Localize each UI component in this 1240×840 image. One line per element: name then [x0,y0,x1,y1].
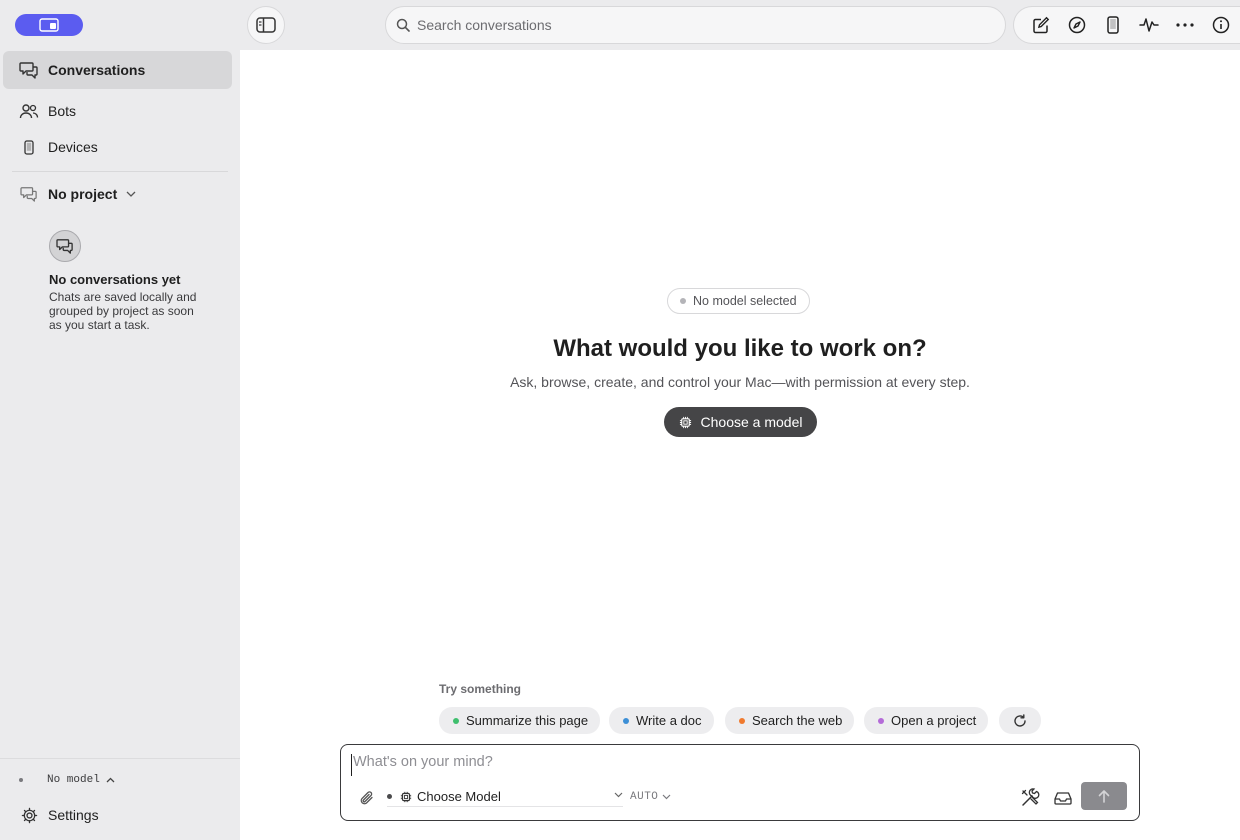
toolbar [1013,6,1240,44]
mode-select[interactable]: AUTO [630,787,671,807]
suggestion-chip[interactable]: Search the web [725,707,855,734]
model-select-value: Choose Model [417,789,501,804]
empty-state-title: No conversations yet [49,272,181,287]
search-input[interactable] [417,17,977,33]
message-input[interactable] [351,754,1051,776]
suggestion-label: Open a project [891,713,977,728]
compass-icon[interactable] [1059,10,1095,40]
sidebar-divider [0,758,240,759]
chat-bubbles-icon [19,184,39,204]
people-icon [19,101,39,121]
search-bar[interactable] [385,6,1006,44]
sidebar-item-label: Bots [48,103,77,119]
refresh-icon [1013,713,1027,728]
chip-icon [400,791,412,803]
model-status-toggle[interactable]: No model [19,772,115,788]
chevron-down-icon [614,792,623,798]
chip-icon [679,416,692,429]
main-panel: No model selected What would you like to… [240,50,1240,840]
suggestion-label: Search the web [752,713,843,728]
suggestion-dot [878,717,884,724]
search-icon [396,18,410,32]
sidebar-toggle-button[interactable] [247,6,285,44]
project-selector[interactable]: No project [3,176,232,212]
empty-state-description: Chats are saved locally and grouped by p… [49,290,197,332]
model-select[interactable]: Choose Model [387,787,623,807]
model-status-text: No model selected [693,294,797,308]
chevron-up-icon [106,777,115,783]
sidebar-item-devices[interactable]: Devices [3,128,232,166]
project-label: No project [48,186,118,202]
sidebar-divider [12,171,228,172]
suggestions-heading: Try something [439,682,522,696]
suggestion-dot [739,717,745,724]
tools-icon[interactable] [1019,787,1041,809]
status-dot [387,794,392,799]
settings-button[interactable]: Settings [19,805,99,825]
composer: Choose Model AUTO [340,744,1140,821]
top-bar [0,0,1240,50]
info-icon[interactable] [1203,10,1239,40]
status-dot [680,298,686,304]
page-title: What would you like to work on? [553,335,927,362]
suggestion-label: Write a doc [636,713,702,728]
status-dot [19,778,23,782]
activity-icon[interactable] [1131,10,1167,40]
page-subtitle: Ask, browse, create, and control your Ma… [510,374,970,390]
refresh-suggestions-button[interactable] [999,707,1041,734]
suggestion-dot [623,717,629,724]
phone-icon [19,137,39,157]
choose-model-button[interactable]: Choose a model [664,407,817,437]
suggestion-label: Summarize this page [466,713,589,728]
sidebar-item-label: Devices [48,139,98,155]
suggestion-chip[interactable]: Write a doc [609,707,714,734]
phone-icon[interactable] [1095,10,1131,40]
arrow-up-icon [1098,789,1110,803]
empty-state-icon [49,230,81,262]
suggestion-chip[interactable]: Summarize this page [439,707,601,734]
suggestion-dot [453,717,459,724]
chevron-down-icon [126,191,136,197]
app-window-icon[interactable] [15,14,83,36]
mode-select-value: AUTO [630,791,659,803]
sidebar-item-label: Conversations [48,62,146,78]
model-status-badge: No model selected [667,288,810,314]
choose-model-label: Choose a model [700,414,803,430]
more-icon[interactable] [1167,10,1203,40]
settings-label: Settings [48,807,99,823]
suggestion-chip[interactable]: Open a project [864,707,989,734]
inbox-icon[interactable] [1052,787,1074,809]
chevron-down-icon [662,794,671,800]
sidebar: Conversations Bots Devices No project No… [0,50,240,840]
send-button[interactable] [1081,782,1127,810]
model-status-label: No model [47,774,100,786]
sidebar-item-conversations[interactable]: Conversations [3,51,232,89]
paperclip-icon[interactable] [357,788,377,808]
sidebar-item-bots[interactable]: Bots [3,92,232,130]
new-chat-icon[interactable] [1023,10,1059,40]
gear-icon [19,805,39,825]
chat-bubbles-icon [19,60,39,80]
sidebar-icon [256,17,276,33]
